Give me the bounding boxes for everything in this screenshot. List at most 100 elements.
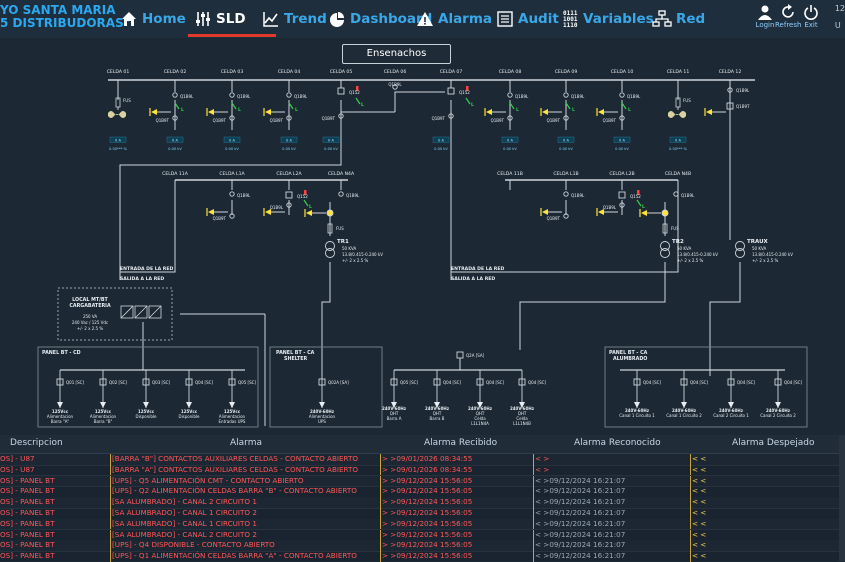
app-brand: YO SANTA MARIA 5 DISTRIBUDORAS" <box>0 4 130 30</box>
breaker-closed-indicator <box>509 102 515 110</box>
cd-load-desc: Disponible <box>135 414 157 419</box>
alarm-desc: OS] - PANEL BT <box>0 518 55 528</box>
alumbrado-load-circuit: Canal 2 Circuito 1 <box>713 413 749 418</box>
switch-label-q1b9l: Q1B9L <box>627 94 641 99</box>
switch-label-q1b9t: Q1B9T <box>432 116 446 121</box>
pie-chart-icon <box>330 12 344 27</box>
meter-current: 0 A <box>172 139 178 143</box>
panel-shelter-title: PANEL BT - CA <box>276 350 315 356</box>
column-separator <box>110 475 111 487</box>
alumbrado-breaker-label: Q04 [SC] <box>737 380 755 385</box>
column-separator <box>380 454 381 465</box>
celda-label-mid: CELDA L2B <box>609 171 634 177</box>
column-separator <box>533 486 534 497</box>
column-separator <box>380 518 381 530</box>
meter-voltage: 0.00 kV <box>559 147 573 151</box>
celda-label-mid: CELDA 11A <box>162 171 189 177</box>
header-alarma-despejado[interactable]: Alarma Despejado <box>732 438 815 448</box>
alarm-row[interactable]: OS] - U87 [BARRA "A"] CONTACTOS AUXILIARE… <box>0 464 845 477</box>
column-separator <box>690 518 691 530</box>
breaker-state-label: L <box>628 107 631 113</box>
alarm-row[interactable]: OS] - PANEL BT [SA ALUMBRADO] - CANAL 1 C… <box>0 508 845 520</box>
tr1-voltage: 13.8/0.415-0.240 kV <box>342 252 383 257</box>
column-separator <box>110 486 111 497</box>
alarm-row[interactable]: OS] - PANEL BT [UPS] - Q5 ALIMENTACIÓN CM… <box>0 475 845 488</box>
nav-home-label: Home <box>142 11 186 27</box>
cd-breaker-label: Q04 [SC] <box>195 380 213 385</box>
exit-label: Exit <box>804 21 818 29</box>
alarm-desc: OS] - U87 <box>0 454 35 463</box>
local-voltage: 240 Vac / 125 Vdc <box>72 320 108 325</box>
meter-voltage: 0.00 kV <box>434 147 448 151</box>
breaker-closed-indicator <box>231 102 237 110</box>
alarm-row[interactable]: OS] - PANEL BT [SA ALUMBRADO] - CANAL 1 C… <box>0 518 845 531</box>
alarm-received: > >09/12/2024 15:56:05 <box>382 518 473 528</box>
alarm-row[interactable]: OS] - PANEL BT [UPS] - Q2 ALIMENTACIÓN CE… <box>0 486 845 498</box>
column-separator <box>110 454 111 465</box>
load-symbol <box>668 111 686 118</box>
switch-label-q152: Q152 <box>297 194 308 199</box>
breaker-state-label: L <box>295 107 298 113</box>
breaker-symbol <box>618 191 626 199</box>
svg-text:1110: 1110 <box>563 22 578 29</box>
celda-label-top: CELDA 04 <box>278 69 301 75</box>
column-separator <box>110 529 111 541</box>
alarm-row[interactable]: OS] - PANEL BT [UPS] - Q1 ALIMENTACIÓN CE… <box>0 551 845 562</box>
alarm-desc: OS] - U87 <box>0 464 35 474</box>
q2a-branch-breaker-label: Q04 [SC] <box>443 380 461 385</box>
switch-label-q1b9t: Q1B9T <box>156 118 170 123</box>
column-separator <box>380 475 381 487</box>
meter-current: 0 A <box>507 139 513 143</box>
alarm-received: > >09/01/2026 08:34:55 <box>382 454 473 463</box>
q2a-load-target: L1L1N4B <box>513 421 531 426</box>
breaker-state-label: L <box>361 102 364 108</box>
audit-list-icon <box>497 11 513 27</box>
celda-label-top: CELDA 11 <box>667 69 690 75</box>
nav-home[interactable]: Home <box>120 6 186 32</box>
q2a-label: Q2A [SA] <box>466 353 485 358</box>
header-alarma-reconocido[interactable]: Alarma Reconocido <box>574 438 661 448</box>
alarm-row[interactable]: OS] - U87 [BARRA "B"] CONTACTOS AUXILIARE… <box>0 454 845 466</box>
nav-audit[interactable]: Audit <box>496 6 559 32</box>
nav-trend[interactable]: Trend <box>262 6 327 32</box>
switch-label-q1b9l: Q1B9L <box>294 94 308 99</box>
switch-label-q1b9t: Q1B9T <box>213 216 227 221</box>
alarm-cleared: < < <box>692 497 707 507</box>
alarm-desc: OS] - PANEL BT <box>0 497 55 507</box>
disconnector-node <box>229 92 235 98</box>
exit-button[interactable]: Exit <box>798 4 824 29</box>
feeder-arrow <box>206 208 228 216</box>
energized-node <box>326 209 334 217</box>
header-alarma[interactable]: Alarma <box>230 438 262 448</box>
alarm-table: Descripcion Alarma Alarma Recibido Alarm… <box>0 435 845 562</box>
alarm-row[interactable]: OS] - PANEL BT [SA ALUMBRADO] - CANAL 2 C… <box>0 497 845 509</box>
switch-label-q1b9l: Q1B9L <box>515 94 529 99</box>
trend-chart-icon <box>263 12 278 27</box>
feeder-arrow <box>263 108 285 116</box>
nav-variables[interactable]: 0111 1001 1110 Variables <box>563 6 654 32</box>
header-alarma-recibido[interactable]: Alarma Recibido <box>424 438 497 448</box>
single-line-diagram: CELDA 01 CELDA 02 CELDA 03 CELDA 04 CELDA 05… <box>37 69 808 428</box>
nav-red[interactable]: Red <box>652 6 705 32</box>
alarm-row[interactable]: OS] - PANEL BT [SA ALUMBRADO] - CANAL 2 C… <box>0 529 845 542</box>
alarm-row[interactable]: OS] - PANEL BT [UPS] - Q4 DISPONIBLE - CO… <box>0 540 845 552</box>
nav-alarma[interactable]: Alarma <box>416 6 492 32</box>
nav-trend-label: Trend <box>284 11 327 27</box>
alarm-text: [BARRA "A"] CONTACTOS AUXILIARES CELDAS … <box>112 464 359 474</box>
nav-sld[interactable]: SLD <box>194 6 246 32</box>
disconnector-node <box>286 92 292 98</box>
table-scrollbar[interactable] <box>839 435 845 561</box>
traux-winding-hv <box>735 241 745 251</box>
celda-label-mid: CELDA L1A <box>219 171 245 177</box>
column-separator <box>110 551 111 562</box>
switch-label-q1b9l: Q1B9L <box>388 82 402 87</box>
alarm-cleared: < < <box>692 475 707 485</box>
nav-variables-label: Variables <box>583 11 654 27</box>
alarm-cleared: < < <box>692 486 707 496</box>
cd-breaker-arrow <box>229 402 235 408</box>
local-title: LOCAL MT/BT <box>72 297 108 303</box>
switch-label-q152: Q152 <box>349 90 360 95</box>
header-descripcion[interactable]: Descripcion <box>10 438 63 448</box>
q2a-branch-breaker-label: Q05 [SC] <box>400 380 418 385</box>
switch-label-q1b9l: Q1B9L <box>681 193 695 198</box>
